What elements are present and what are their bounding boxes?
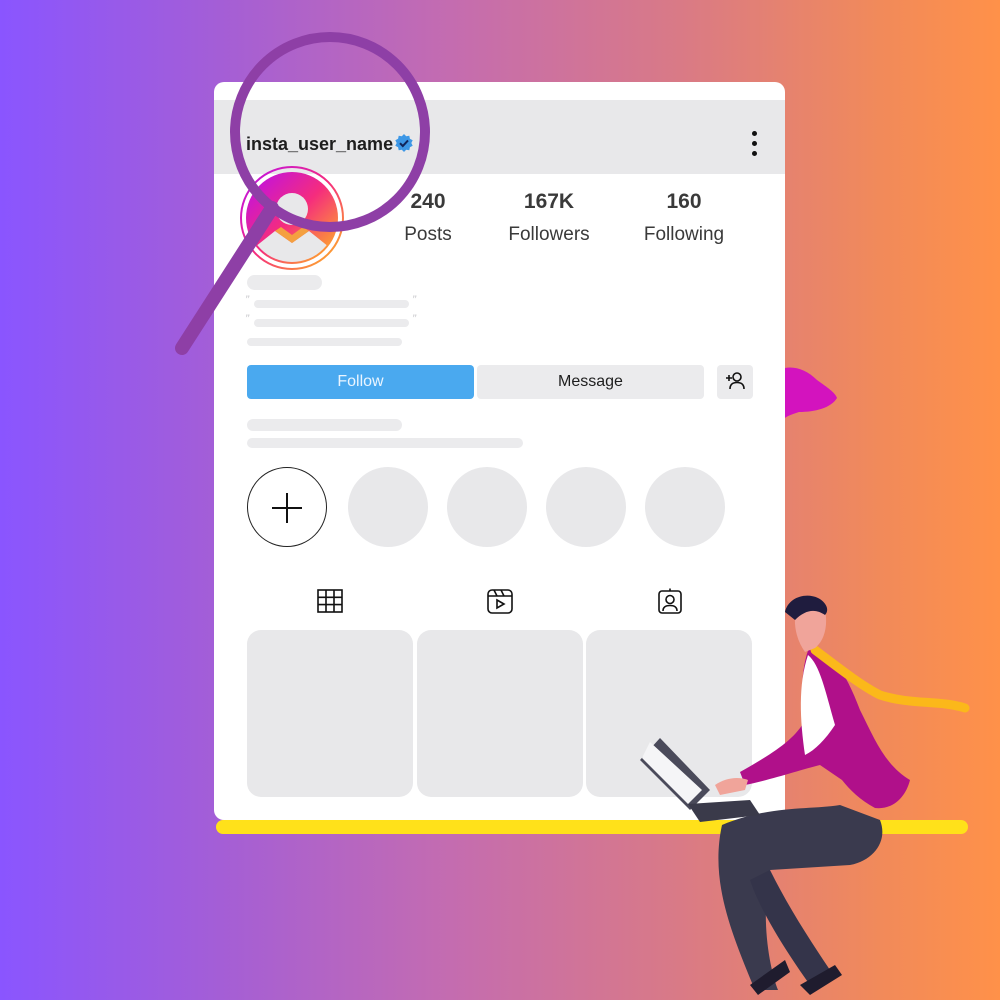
post-tile[interactable] — [417, 630, 583, 797]
profile-header-bar: insta_user_name — [214, 100, 785, 174]
bio-line-placeholder — [254, 319, 409, 327]
grid-icon[interactable] — [315, 587, 343, 615]
following-label: Following — [643, 224, 725, 245]
username: insta_user_name — [246, 134, 394, 154]
decorative-blob — [785, 367, 837, 418]
bio-line-placeholder — [247, 338, 402, 346]
following-count: 160 — [666, 190, 702, 213]
followers-label: Followers — [508, 224, 590, 245]
story-highlight[interactable] — [546, 467, 626, 547]
description-placeholder — [247, 419, 402, 431]
quote-mark: ” — [245, 312, 249, 326]
stat-followers[interactable]: 167K Followers — [499, 190, 599, 246]
quote-mark: ” — [245, 293, 249, 307]
followers-count: 167K — [523, 190, 575, 213]
name-placeholder — [247, 275, 322, 290]
follow-button[interactable]: Follow — [247, 365, 474, 399]
post-tile[interactable] — [247, 630, 413, 797]
more-vertical-icon — [751, 131, 757, 136]
profile-avatar[interactable] — [239, 165, 345, 271]
stat-posts[interactable]: 240 Posts — [390, 190, 466, 246]
quote-mark: ” — [412, 293, 416, 307]
posts-count: 240 — [410, 190, 446, 213]
plus-icon — [272, 493, 302, 523]
verified-badge-icon — [395, 134, 413, 152]
more-options-button[interactable] — [742, 126, 766, 162]
stat-following[interactable]: 160 Following — [634, 190, 734, 246]
message-button[interactable]: Message — [477, 365, 704, 399]
suggest-user-button[interactable] — [717, 365, 753, 399]
quote-mark: ” — [412, 312, 416, 326]
reels-icon[interactable] — [486, 587, 514, 615]
add-user-icon — [726, 372, 745, 390]
new-highlight-button[interactable] — [247, 467, 327, 547]
posts-label: Posts — [404, 224, 452, 245]
bio-line-placeholder — [254, 300, 409, 308]
story-highlight[interactable] — [348, 467, 428, 547]
story-highlight[interactable] — [447, 467, 527, 547]
man-with-laptop-illustration — [640, 595, 970, 995]
story-highlight[interactable] — [645, 467, 725, 547]
description-placeholder — [247, 438, 523, 448]
